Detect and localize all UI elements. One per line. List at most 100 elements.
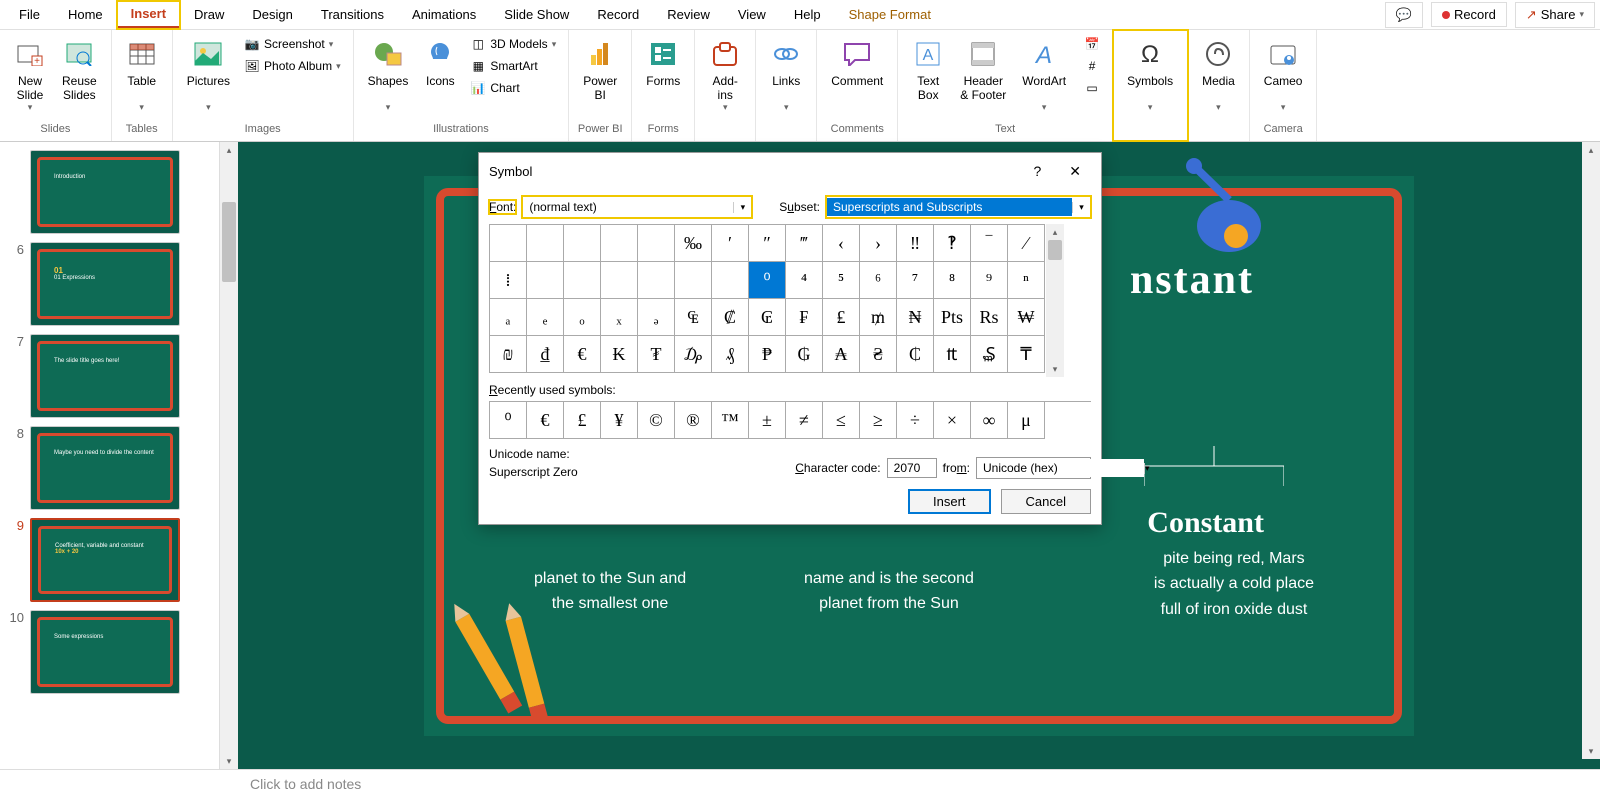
symbol-cell[interactable]: ‾	[971, 225, 1008, 262]
smartart-button[interactable]: ▦SmartArt	[466, 56, 560, 76]
recent-symbol-cell[interactable]: ×	[934, 402, 971, 439]
thumb-row[interactable]: 7 The slide title goes here!	[0, 330, 219, 422]
insert-button[interactable]: Insert	[908, 489, 991, 514]
menu-insert[interactable]: Insert	[117, 1, 180, 29]
symbol-cell[interactable]: ₭	[601, 336, 638, 373]
symbol-cell[interactable]	[564, 262, 601, 299]
symbol-cell[interactable]: ₸	[1008, 336, 1045, 373]
from-combo[interactable]: ▾	[976, 457, 1091, 479]
symbol-cell[interactable]: ₵	[897, 336, 934, 373]
symbol-cell[interactable]	[638, 225, 675, 262]
font-input[interactable]	[523, 198, 733, 216]
date-time-button[interactable]: 📅	[1080, 34, 1104, 54]
symbol-cell[interactable]: ₡	[712, 299, 749, 336]
cameo-button[interactable]: Cameo▾	[1258, 34, 1309, 117]
symbol-cell[interactable]: ⁞	[490, 262, 527, 299]
from-input[interactable]	[977, 459, 1144, 477]
symbol-cell[interactable]: ₱	[749, 336, 786, 373]
thumb-image[interactable]: The slide title goes here!	[30, 334, 180, 418]
menu-home[interactable]: Home	[54, 2, 117, 27]
symbol-cell[interactable]: ₷	[971, 336, 1008, 373]
thumb-image[interactable]: Maybe you need to divide the content	[30, 426, 180, 510]
symbol-cell[interactable]: ₓ	[601, 299, 638, 336]
symbols-button[interactable]: Ω Symbols▾	[1121, 34, 1179, 117]
menu-shape-format[interactable]: Shape Format	[835, 2, 945, 27]
recent-symbol-cell[interactable]: ¥	[601, 402, 638, 439]
symbol-cell[interactable]: ⁶	[860, 262, 897, 299]
canvas-scrollbar[interactable]: ▴ ▾	[1582, 142, 1600, 759]
scrollbar-thumb[interactable]	[222, 202, 236, 282]
links-button[interactable]: Links▾	[764, 34, 808, 117]
subset-input[interactable]	[827, 198, 1072, 216]
symbol-cell[interactable]: ‽	[934, 225, 971, 262]
thumb-row[interactable]: 8 Maybe you need to divide the content	[0, 422, 219, 514]
photo-album-button[interactable]: 🖼Photo Album▾	[240, 56, 345, 76]
symbol-cell[interactable]	[712, 262, 749, 299]
scroll-down-arrow[interactable]: ▾	[220, 753, 238, 769]
menu-draw[interactable]: Draw	[180, 2, 238, 27]
symbol-cell[interactable]	[601, 262, 638, 299]
thumb-row[interactable]: 10 Some expressions	[0, 606, 219, 698]
thumb-row[interactable]: 9 Coefficient, variable and constant10x …	[0, 514, 219, 606]
comments-button[interactable]: 💬	[1385, 2, 1423, 28]
thumb-image[interactable]: 0101 Expressions	[30, 242, 180, 326]
symbol-cell[interactable]: ⁷	[897, 262, 934, 299]
symbol-cell[interactable]: ₦	[897, 299, 934, 336]
powerbi-button[interactable]: Power BI	[577, 34, 623, 106]
slide-number-button[interactable]: #	[1080, 56, 1104, 76]
symbol-cell[interactable]: ₑ	[527, 299, 564, 336]
recent-symbol-cell[interactable]: ≤	[823, 402, 860, 439]
symbol-cell[interactable]: ₔ	[638, 299, 675, 336]
font-combo[interactable]: ▾	[522, 196, 752, 218]
symbol-cell[interactable]: ›	[860, 225, 897, 262]
menu-transitions[interactable]: Transitions	[307, 2, 398, 27]
symbol-cell[interactable]	[601, 225, 638, 262]
chevron-down-icon[interactable]: ▾	[1144, 463, 1150, 474]
header-footer-button[interactable]: Header & Footer	[954, 34, 1012, 106]
screenshot-button[interactable]: 📷Screenshot▾	[240, 34, 345, 54]
menu-file[interactable]: File	[5, 2, 54, 27]
symbol-cell[interactable]: €	[564, 336, 601, 373]
pictures-button[interactable]: Pictures▾	[181, 34, 236, 117]
menu-review[interactable]: Review	[653, 2, 724, 27]
char-code-input[interactable]	[887, 458, 937, 478]
symbol-cell[interactable]: ⁸	[934, 262, 971, 299]
scroll-down-arrow[interactable]: ▾	[1046, 361, 1064, 377]
object-button[interactable]: ▭	[1080, 78, 1104, 98]
symbol-cell[interactable]: ‰	[675, 225, 712, 262]
dialog-close-button[interactable]: ✕	[1059, 159, 1091, 184]
thumbs-scrollbar[interactable]: ▴ ▾	[220, 142, 238, 769]
menu-animations[interactable]: Animations	[398, 2, 490, 27]
recent-symbol-cell[interactable]: ®	[675, 402, 712, 439]
symbol-cell[interactable]: ‴	[786, 225, 823, 262]
recent-symbol-cell[interactable]: ∞	[971, 402, 1008, 439]
menu-design[interactable]: Design	[238, 2, 306, 27]
scroll-up-arrow[interactable]: ▴	[220, 142, 238, 158]
symbol-cell[interactable]	[564, 225, 601, 262]
record-button[interactable]: Record	[1431, 2, 1507, 27]
symbol-cell[interactable]: ₯	[675, 336, 712, 373]
symbol-cell[interactable]: ₠	[675, 299, 712, 336]
symbol-cell[interactable]	[675, 262, 712, 299]
share-button[interactable]: ↗Share▾	[1515, 2, 1595, 28]
thumb-image[interactable]: Some expressions	[30, 610, 180, 694]
notes-pane[interactable]: Click to add notes	[0, 769, 1600, 799]
symbol-cell[interactable]: ⁿ	[1008, 262, 1045, 299]
symbol-cell[interactable]: ⁵	[823, 262, 860, 299]
recent-symbol-cell[interactable]: ⁰	[490, 402, 527, 439]
symbol-cell[interactable]: ₢	[749, 299, 786, 336]
symbol-cell[interactable]: ₰	[712, 336, 749, 373]
thumb-row[interactable]: Introduction	[0, 146, 219, 238]
chevron-down-icon[interactable]: ▾	[1072, 202, 1090, 213]
symbol-cell[interactable]: ⁄	[1008, 225, 1045, 262]
icons-button[interactable]: Icons	[418, 34, 462, 92]
shapes-button[interactable]: Shapes▾	[362, 34, 415, 117]
symbol-cell[interactable]: ₥	[860, 299, 897, 336]
thumb-image[interactable]: Introduction	[30, 150, 180, 234]
recent-symbol-cell[interactable]: ©	[638, 402, 675, 439]
new-slide-button[interactable]: + New Slide▾	[8, 34, 52, 117]
recent-symbol-cell[interactable]: ±	[749, 402, 786, 439]
comment-button[interactable]: Comment	[825, 34, 889, 92]
symbol-cell[interactable]: ₳	[823, 336, 860, 373]
menu-view[interactable]: View	[724, 2, 780, 27]
